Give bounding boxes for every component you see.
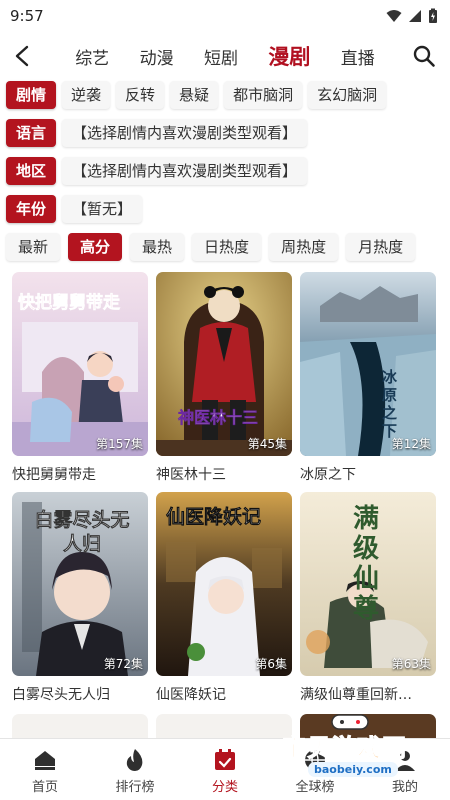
nav-category[interactable]: 分类 bbox=[180, 747, 270, 795]
battery-icon bbox=[429, 8, 437, 23]
drama-card[interactable]: 冰原之下 第12集 冰原之下 bbox=[300, 272, 436, 484]
genre-option[interactable]: 玄幻脑洞 bbox=[308, 81, 387, 109]
drama-cover: 仙医降妖记 第6集 bbox=[156, 492, 292, 676]
nav-category-label: 分类 bbox=[211, 780, 238, 795]
drama-title: 神医林十三 bbox=[156, 467, 226, 483]
filter-language-label: 语言 bbox=[6, 119, 57, 147]
tab-comic-drama[interactable]: 漫剧 bbox=[268, 41, 310, 71]
filter-region-row: 地区 【选择剧情内喜欢漫剧类型观看】 bbox=[6, 156, 450, 186]
episode-count: 第6集 bbox=[255, 657, 287, 671]
top-nav: 综艺 动漫 短剧 漫剧 直播 bbox=[0, 32, 450, 80]
filter-region-label: 地区 bbox=[6, 157, 57, 185]
tab-live[interactable]: 直播 bbox=[341, 44, 375, 69]
tab-short-drama[interactable]: 短剧 bbox=[204, 44, 238, 69]
status-time: 9:57 bbox=[10, 7, 44, 25]
drama-title: 满级仙尊重回新… bbox=[300, 687, 412, 703]
drama-title: 冰原之下 bbox=[300, 467, 356, 483]
sort-weekly[interactable]: 周热度 bbox=[269, 233, 339, 261]
nav-ranking[interactable]: 排行榜 bbox=[90, 747, 180, 795]
language-option[interactable]: 【选择剧情内喜欢漫剧类型观看】 bbox=[62, 119, 308, 147]
wifi-icon bbox=[386, 10, 402, 22]
sort-daily[interactable]: 日热度 bbox=[192, 233, 262, 261]
signal-icon bbox=[409, 10, 421, 22]
drama-title: 快把舅舅带走 bbox=[12, 467, 96, 483]
back-arrow-icon bbox=[15, 45, 29, 67]
search-button[interactable] bbox=[396, 36, 436, 76]
genre-option[interactable]: 悬疑 bbox=[170, 81, 219, 109]
nav-home[interactable]: 首页 bbox=[0, 747, 90, 795]
sort-hottest[interactable]: 最热 bbox=[130, 233, 185, 261]
drama-grid: 快把舅舅带走 第157集 快把舅舅带走 神医林十三 第45集 神医林十三 冰原之… bbox=[0, 272, 450, 704]
episode-count: 第45集 bbox=[247, 437, 287, 451]
tab-anime[interactable]: 动漫 bbox=[140, 44, 174, 69]
watermark-text: 宝贝游戏网 bbox=[282, 734, 407, 763]
filter-language-row: 语言 【选择剧情内喜欢漫剧类型观看】 bbox=[6, 118, 450, 148]
drama-title: 仙医降妖记 bbox=[156, 687, 226, 703]
episode-count: 第12集 bbox=[391, 437, 431, 451]
calendar-icon bbox=[215, 749, 235, 770]
filter-year-row: 年份 【暂无】 bbox=[6, 194, 450, 224]
cover-preview bbox=[12, 714, 148, 738]
drama-card[interactable]: 神医林十三 第45集 神医林十三 bbox=[156, 272, 292, 484]
drama-title: 白雾尽头无人归 bbox=[12, 687, 110, 703]
cover-preview bbox=[156, 714, 292, 738]
episode-count: 第72集 bbox=[103, 657, 143, 671]
nav-home-label: 首页 bbox=[31, 780, 58, 795]
cover-title: 快把舅舅带走 bbox=[18, 293, 121, 314]
cover-title: 白雾尽头无人归 bbox=[34, 509, 130, 555]
drama-cover: 快把舅舅带走 第157集 bbox=[12, 272, 148, 456]
drama-cover: 白雾尽头无人归 第72集 bbox=[12, 492, 148, 676]
watermark-url: baobeiy.com bbox=[308, 762, 398, 777]
site-watermark: 宝贝游戏网 baobeiy.com bbox=[280, 714, 440, 788]
drama-card[interactable]: 满级仙尊 第63集 满级仙尊重回新… bbox=[300, 492, 436, 704]
category-tabs: 综艺 动漫 短剧 漫剧 直播 bbox=[54, 41, 396, 71]
drama-cover: 冰原之下 第12集 bbox=[300, 272, 436, 456]
genre-option[interactable]: 反转 bbox=[116, 81, 165, 109]
episode-count: 第157集 bbox=[96, 437, 143, 451]
sort-latest[interactable]: 最新 bbox=[6, 233, 61, 261]
drama-card[interactable]: 快把舅舅带走 第157集 快把舅舅带走 bbox=[12, 272, 148, 484]
genre-option[interactable]: 都市脑洞 bbox=[224, 81, 303, 109]
cover-title: 冰原之下 bbox=[382, 368, 398, 440]
cover-art bbox=[156, 272, 292, 456]
drama-cover: 满级仙尊 第63集 bbox=[300, 492, 436, 676]
flame-icon bbox=[126, 749, 143, 771]
filter-genre-row: 剧情 逆袭 反转 悬疑 都市脑洞 玄幻脑洞 bbox=[6, 80, 450, 110]
drama-card[interactable]: 仙医降妖记 第6集 仙医降妖记 bbox=[156, 492, 292, 704]
status-bar: 9:57 bbox=[0, 0, 450, 32]
back-button[interactable] bbox=[14, 36, 54, 76]
drama-cover: 神医林十三 第45集 bbox=[156, 272, 292, 456]
cover-title: 神医林十三 bbox=[178, 408, 259, 428]
year-option[interactable]: 【暂无】 bbox=[62, 195, 143, 223]
cover-title: 满级仙尊 bbox=[352, 504, 379, 624]
sort-row: 最新 高分 最热 日热度 周热度 月热度 bbox=[6, 232, 450, 262]
genre-option[interactable]: 逆袭 bbox=[62, 81, 111, 109]
filter-genre-label: 剧情 bbox=[6, 81, 57, 109]
status-icons bbox=[386, 8, 438, 24]
search-icon bbox=[413, 45, 435, 67]
cover-title: 仙医降妖记 bbox=[166, 506, 262, 529]
home-icon bbox=[35, 751, 55, 770]
tab-variety[interactable]: 综艺 bbox=[75, 44, 109, 69]
region-option[interactable]: 【选择剧情内喜欢漫剧类型观看】 bbox=[62, 157, 308, 185]
episode-count: 第63集 bbox=[391, 657, 431, 671]
filter-year-label: 年份 bbox=[6, 195, 57, 223]
drama-card[interactable]: 白雾尽头无人归 第72集 白雾尽头无人归 bbox=[12, 492, 148, 704]
sort-high-score[interactable]: 高分 bbox=[68, 233, 123, 261]
nav-ranking-label: 排行榜 bbox=[115, 780, 155, 795]
sort-monthly[interactable]: 月热度 bbox=[346, 233, 416, 261]
cover-art bbox=[300, 272, 436, 456]
